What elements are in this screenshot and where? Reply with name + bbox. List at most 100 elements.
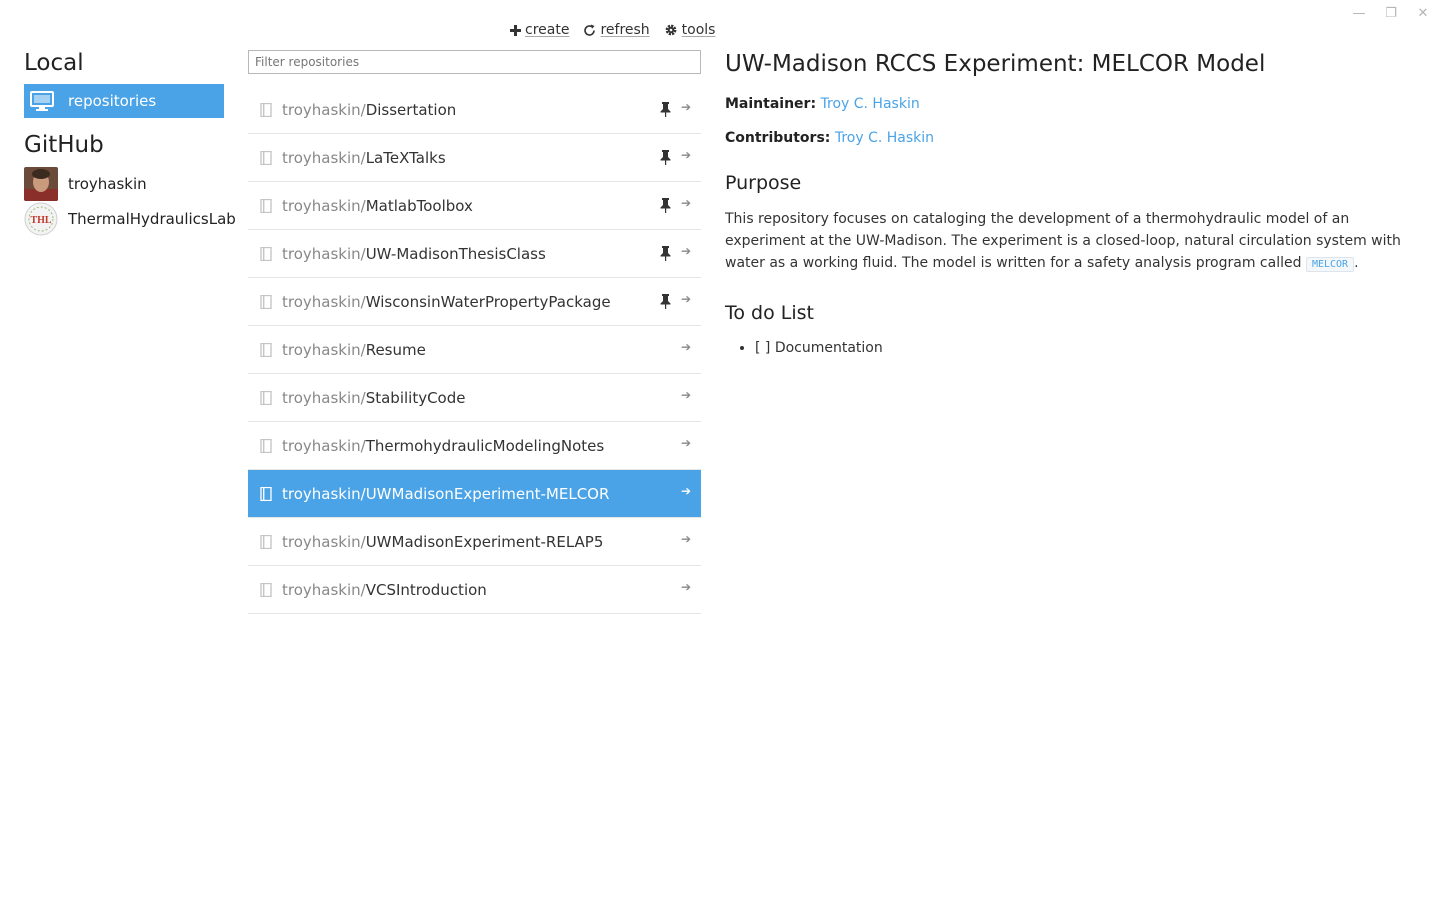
repo-book-icon [248,438,282,453]
sidebar-item-repositories[interactable]: repositories [24,84,224,118]
arrow-right-icon[interactable]: ➔ [681,580,691,594]
repo-name: UWMadisonExperiment-RELAP5 [365,532,604,551]
maintainer-link[interactable]: Troy C. Haskin [821,96,920,112]
repo-owner: troyhaskin/ [282,196,366,215]
window-controls: — ❐ ✕ [1350,4,1432,22]
sidebar-item-label: ThermalHydraulicsLab [68,209,236,228]
create-button[interactable]: create [510,22,569,38]
repo-name: MatlabToolbox [365,196,473,215]
sidebar-item-troyhaskin[interactable]: troyhaskin [24,166,224,201]
todo-heading: To do List [725,302,814,324]
filter-repositories-input[interactable] [248,50,701,74]
repo-owner: troyhaskin/ [282,340,366,359]
gear-icon [665,24,677,36]
repo-book-icon [248,390,282,405]
minimize-button[interactable]: — [1350,4,1368,22]
repo-row[interactable]: troyhaskin/WisconsinWaterPropertyPackage… [248,278,701,326]
arrow-right-icon[interactable]: ➔ [681,340,691,354]
org-avatar: THL [24,202,58,236]
repo-row[interactable]: troyhaskin/MatlabToolbox ➔ [248,182,701,230]
purpose-body: This repository focuses on cataloging th… [725,211,1401,271]
repo-book-icon [248,534,282,549]
repo-row[interactable]: troyhaskin/UWMadisonExperiment-MELCOR ➔ [248,470,701,518]
tools-label: tools [681,22,716,38]
repo-row[interactable]: troyhaskin/VCSIntroduction ➔ [248,566,701,614]
repo-book-icon [248,150,282,165]
repo-row[interactable]: troyhaskin/LaTeXTalks ➔ [248,134,701,182]
toolbar: create refresh tools [510,22,715,38]
repo-name: WisconsinWaterPropertyPackage [365,292,611,311]
pin-icon[interactable] [660,294,671,313]
repo-row[interactable]: troyhaskin/UWMadisonExperiment-RELAP5 ➔ [248,518,701,566]
repo-name: VCSIntroduction [365,580,487,599]
arrow-right-icon[interactable]: ➔ [681,100,691,114]
purpose-text: This repository focuses on cataloging th… [725,208,1420,276]
sidebar-item-label: troyhaskin [68,174,147,193]
refresh-button[interactable]: refresh [583,22,650,38]
repo-row[interactable]: troyhaskin/UW-MadisonThesisClass ➔ [248,230,701,278]
sidebar: Local repositories GitHub troyhaskin THL… [24,48,236,236]
github-heading: GitHub [24,132,104,158]
maintainer-label: Maintainer: [725,96,817,112]
pin-icon[interactable] [660,198,671,217]
repo-name: ThermohydraulicModelingNotes [365,436,605,455]
repo-owner: troyhaskin/ [282,244,366,263]
pin-icon[interactable] [660,246,671,265]
repo-owner: troyhaskin/ [282,532,366,551]
repo-owner: troyhaskin/ [282,148,366,167]
restore-button[interactable]: ❐ [1382,4,1400,22]
repo-book-icon [248,246,282,261]
repo-owner: troyhaskin/ [282,484,366,503]
refresh-icon [584,24,596,36]
contributors-line: Contributors: Troy C. Haskin [725,130,1420,146]
repo-name: UWMadisonExperiment-MELCOR [365,484,610,503]
arrow-right-icon[interactable]: ➔ [681,148,691,162]
repo-book-icon [248,294,282,309]
refresh-label: refresh [600,22,650,38]
repo-name: StabilityCode [365,388,466,407]
arrow-right-icon[interactable]: ➔ [681,196,691,210]
local-heading: Local [24,50,84,76]
repo-row[interactable]: troyhaskin/Dissertation ➔ [248,86,701,134]
repo-name: Dissertation [365,100,457,119]
purpose-end: . [1354,255,1359,271]
todo-list: [ ] Documentation [725,340,1420,356]
pin-icon[interactable] [660,150,671,169]
repo-owner: troyhaskin/ [282,388,366,407]
arrow-right-icon[interactable]: ➔ [681,292,691,306]
repo-book-icon [248,102,282,117]
repo-book-icon [248,198,282,213]
tools-button[interactable]: tools [664,22,716,38]
contributors-label: Contributors: [725,130,831,146]
arrow-right-icon[interactable]: ➔ [681,244,691,258]
repo-row[interactable]: troyhaskin/Resume ➔ [248,326,701,374]
repo-owner: troyhaskin/ [282,100,366,119]
repo-owner: troyhaskin/ [282,580,366,599]
user-avatar [24,166,58,201]
arrow-right-icon[interactable]: ➔ [681,484,691,498]
repo-name: LaTeXTalks [365,148,446,167]
repo-name: Resume [365,340,426,359]
sidebar-item-label: repositories [68,92,157,110]
plus-icon [510,24,521,36]
create-label: create [525,22,570,38]
repository-list: troyhaskin/Dissertation ➔ troyhaskin/LaTeX… [248,86,701,614]
melcor-code: MELCOR [1305,257,1355,272]
page-title: UW-Madison RCCS Experiment: MELCOR Model [725,51,1266,77]
purpose-heading: Purpose [725,172,802,194]
repo-row[interactable]: troyhaskin/ThermohydraulicModelingNotes ➔ [248,422,701,470]
repository-detail: UW-Madison RCCS Experiment: MELCOR Model… [725,48,1420,356]
arrow-right-icon[interactable]: ➔ [681,532,691,546]
arrow-right-icon[interactable]: ➔ [681,436,691,450]
repo-owner: troyhaskin/ [282,292,366,311]
repo-row[interactable]: troyhaskin/StabilityCode ➔ [248,374,701,422]
repo-book-icon [248,486,282,501]
todo-item: [ ] Documentation [755,340,1420,356]
arrow-right-icon[interactable]: ➔ [681,388,691,402]
pin-icon[interactable] [660,102,671,121]
monitor-icon [24,84,60,118]
contributor-link[interactable]: Troy C. Haskin [835,130,934,146]
close-button[interactable]: ✕ [1414,4,1432,22]
org-avatar-text: THL [30,215,51,226]
sidebar-item-thermalhydraulicslab[interactable]: THL ThermalHydraulicsLab [24,201,236,236]
